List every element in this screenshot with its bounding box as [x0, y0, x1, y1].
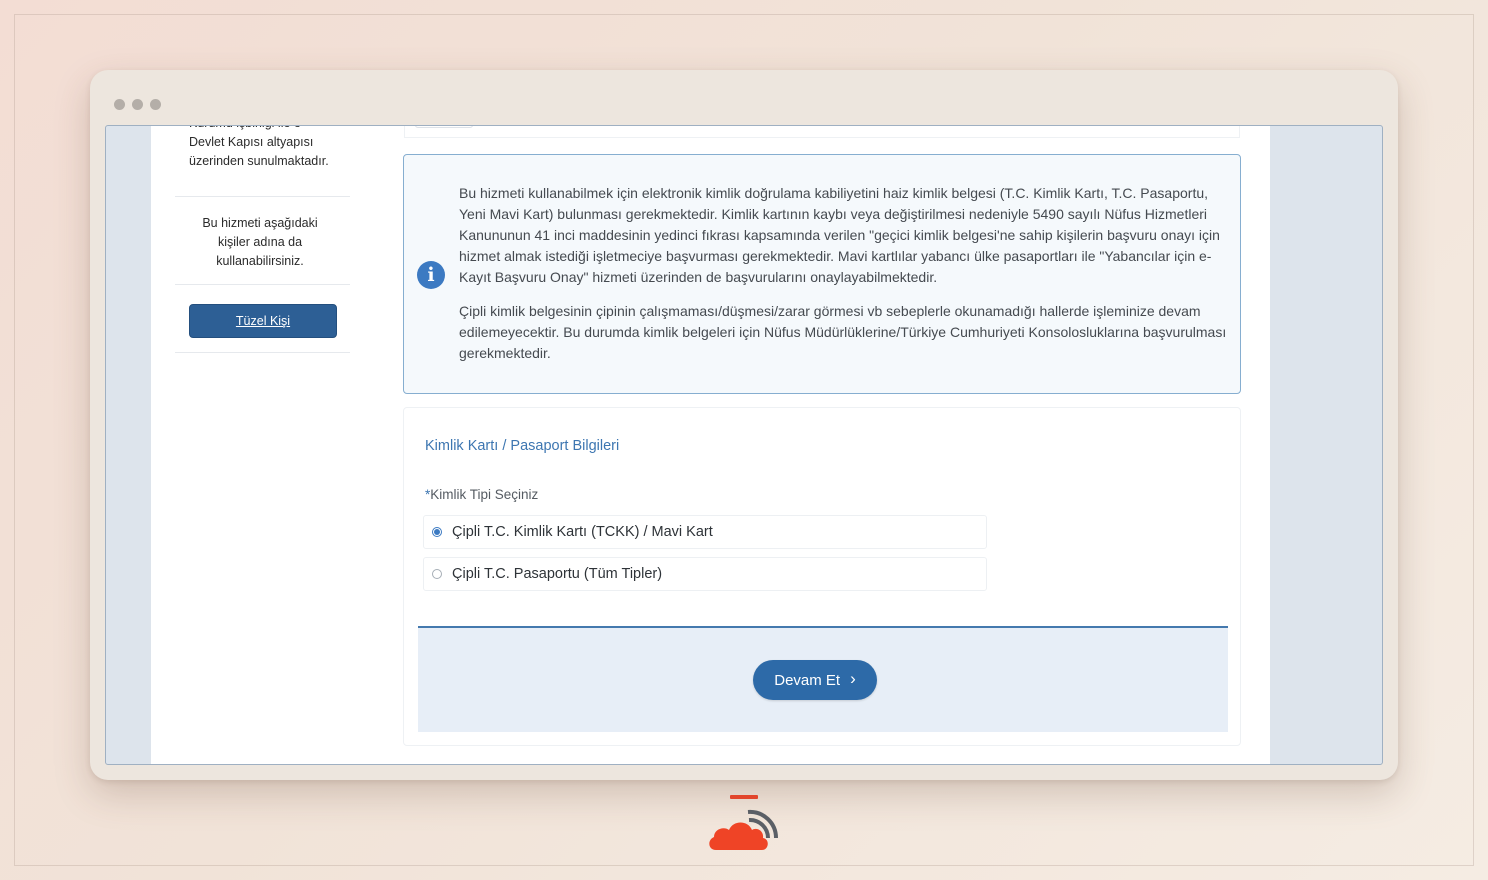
- sidebar-divider: [175, 196, 350, 197]
- sidebar-on-behalf-text: Bu hizmeti aşağıdaki kişiler adına da ku…: [202, 216, 318, 268]
- left-sidebar: Kurumu işbirliği ile e-Devlet Kapısı alt…: [151, 126, 374, 764]
- sidebar-description: Kurumu işbirliği ile e-Devlet Kapısı alt…: [189, 126, 329, 168]
- devam-et-button[interactable]: Devam Et ›: [753, 660, 877, 700]
- window-controls: [114, 99, 161, 110]
- identity-option-tckk[interactable]: Çipli T.C. Kimlik Kartı (TCKK) / Mavi Ka…: [423, 515, 987, 549]
- radio-button-checked[interactable]: [432, 527, 442, 537]
- radio-button[interactable]: [432, 569, 442, 579]
- section-title: Kimlik Kartı / Pasaport Bilgileri: [425, 438, 620, 454]
- main-content: i Bu hizmeti kullanabilmek için elektron…: [374, 126, 1270, 764]
- tuzel-kisi-button[interactable]: Tüzel Kişi: [189, 304, 337, 338]
- sidebar-divider: [175, 284, 350, 285]
- identity-type-label: *Kimlik Tipi Seçiniz: [425, 487, 538, 502]
- form-action-bar: Devam Et ›: [418, 626, 1228, 732]
- info-notice-box: i Bu hizmeti kullanabilmek için elektron…: [403, 154, 1241, 394]
- devam-et-label: Devam Et: [774, 671, 841, 689]
- window-dot-maximize[interactable]: [150, 99, 161, 110]
- top-card-edge: [404, 126, 1240, 138]
- sidebar-divider: [175, 352, 350, 353]
- info-icon: i: [417, 261, 445, 289]
- top-tab-edge: [415, 126, 473, 128]
- identity-option-label: Çipli T.C. Pasaportu (Tüm Tipler): [452, 566, 663, 582]
- chevron-right-icon: ›: [850, 669, 856, 688]
- identity-form-card: Kimlik Kartı / Pasaport Bilgileri *Kimli…: [403, 407, 1241, 746]
- info-paragraph: Çipli kimlik belgesinin çipinin çalışmam…: [459, 303, 1227, 361]
- page-viewport: Kurumu işbirliği ile e-Devlet Kapısı alt…: [105, 125, 1383, 765]
- identity-option-passport[interactable]: Çipli T.C. Pasaportu (Tüm Tipler): [423, 557, 987, 591]
- identity-type-label-text: Kimlik Tipi Seçiniz: [430, 487, 539, 502]
- browser-window: Kurumu işbirliği ile e-Devlet Kapısı alt…: [90, 70, 1398, 780]
- window-dot-close[interactable]: [114, 99, 125, 110]
- identity-option-label: Çipli T.C. Kimlik Kartı (TCKK) / Mavi Ka…: [452, 524, 713, 540]
- info-paragraph: Bu hizmeti kullanabilmek için elektronik…: [459, 185, 1220, 285]
- window-dot-minimize[interactable]: [132, 99, 143, 110]
- cloud-logo-icon: [709, 795, 779, 850]
- info-notice-text: Bu hizmeti kullanabilmek için elektronik…: [459, 183, 1229, 364]
